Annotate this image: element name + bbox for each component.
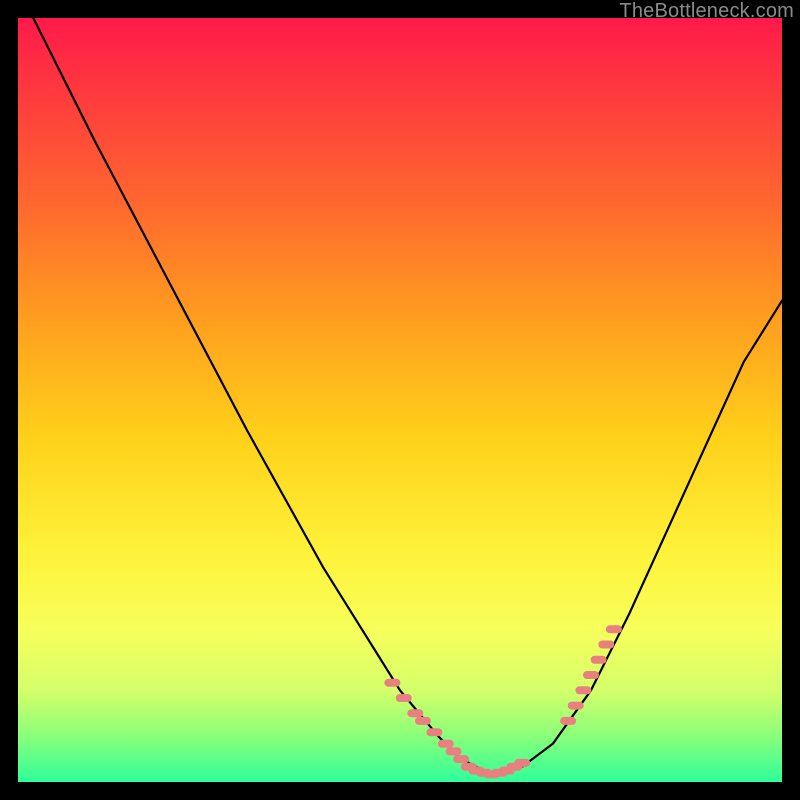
- highlight-dot: [560, 717, 576, 725]
- watermark-label: TheBottleneck.com: [619, 0, 794, 23]
- highlight-dot: [606, 625, 622, 633]
- plot-area: [18, 18, 782, 782]
- curve-layer: [18, 18, 782, 782]
- highlight-dot: [438, 740, 454, 748]
- highlight-dot: [453, 755, 469, 763]
- highlight-dot: [426, 728, 442, 736]
- highlight-dot: [583, 671, 599, 679]
- bottleneck-curve-path: [33, 18, 782, 774]
- highlight-dot: [591, 656, 607, 664]
- highlight-dot: [384, 679, 400, 687]
- highlight-dot: [415, 717, 431, 725]
- highlight-dot: [598, 641, 614, 649]
- highlight-dot: [568, 702, 584, 710]
- highlight-dot: [575, 686, 591, 694]
- highlight-dot: [514, 759, 530, 767]
- highlight-dot: [407, 709, 423, 717]
- highlight-dot: [396, 694, 412, 702]
- chart-stage: TheBottleneck.com: [0, 0, 800, 800]
- highlight-dot: [446, 747, 462, 755]
